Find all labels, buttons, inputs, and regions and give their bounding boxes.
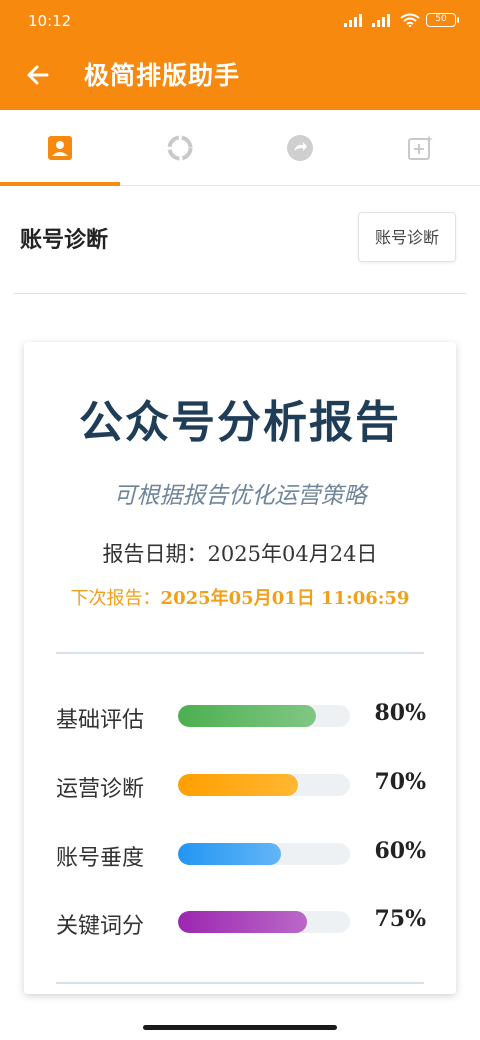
metric-value: 60% [374, 838, 426, 864]
report-card: 公众号分析报告 可根据报告优化运营策略 报告日期：2025年04月24日 下次报… [24, 342, 456, 994]
card-divider-bottom [56, 982, 424, 984]
progress-fill [178, 774, 299, 796]
progress-track [178, 843, 350, 865]
tab-refresh[interactable] [240, 110, 360, 186]
metric-row: 账号垂度 60% [56, 834, 426, 874]
progress-track [178, 705, 350, 727]
report-date-label: 报告日期： [102, 542, 208, 566]
progress-fill [178, 911, 307, 933]
refresh-circle-icon [287, 135, 313, 161]
report-date-value: 2025年04月24日 [207, 542, 378, 566]
metric-value: 75% [374, 906, 426, 932]
signal-icon-2 [372, 13, 394, 27]
add-sparkle-icon [408, 135, 433, 160]
back-button[interactable] [20, 57, 56, 93]
tab-progress[interactable] [120, 110, 240, 186]
status-bar: 10:12 50 [0, 0, 480, 44]
progress-track [178, 774, 350, 796]
progress-fill [178, 843, 282, 865]
metric-value: 70% [374, 769, 426, 795]
report-date: 报告日期：2025年04月24日 [24, 538, 456, 568]
tab-add[interactable] [360, 110, 480, 186]
metric-row: 运营诊断 70% [56, 765, 426, 805]
card-divider-top [56, 652, 424, 654]
home-indicator [143, 1025, 337, 1030]
tab-indicator [0, 182, 120, 186]
next-report-label: 下次报告： [70, 588, 161, 609]
wifi-icon [400, 13, 420, 27]
app-title: 极简排版助手 [84, 61, 241, 90]
report-subtitle: 可根据报告优化运营策略 [113, 483, 367, 509]
section-title: 账号诊断 [20, 228, 109, 253]
metric-label: 关键词分 [56, 914, 145, 939]
status-time: 10:12 [28, 12, 72, 30]
account-diagnosis-button[interactable]: 账号诊断 [358, 212, 456, 262]
metric-label: 运营诊断 [56, 777, 145, 802]
divider [14, 293, 466, 294]
signal-icon [344, 13, 366, 27]
next-report: 下次报告：2025年05月01日 11:06:59 [24, 584, 456, 610]
metric-value: 80% [374, 700, 426, 726]
loading-ring-icon [167, 135, 193, 161]
battery-icon: 50 [426, 13, 459, 27]
metric-label: 账号垂度 [56, 846, 145, 871]
report-title: 公众号分析报告 [79, 397, 401, 448]
tab-bar [0, 110, 480, 186]
progress-track [178, 911, 350, 933]
progress-fill [178, 705, 316, 727]
status-icons: 50 [344, 13, 459, 27]
app-bar: 极简排版助手 [0, 44, 480, 110]
tab-account[interactable] [0, 110, 120, 186]
person-icon [48, 136, 72, 160]
metric-label: 基础评估 [56, 708, 145, 733]
next-report-value: 2025年05月01日 11:06:59 [160, 588, 410, 609]
arrow-back-icon [27, 65, 49, 85]
metric-row: 关键词分 75% [56, 902, 426, 942]
metric-row: 基础评估 80% [56, 696, 426, 736]
